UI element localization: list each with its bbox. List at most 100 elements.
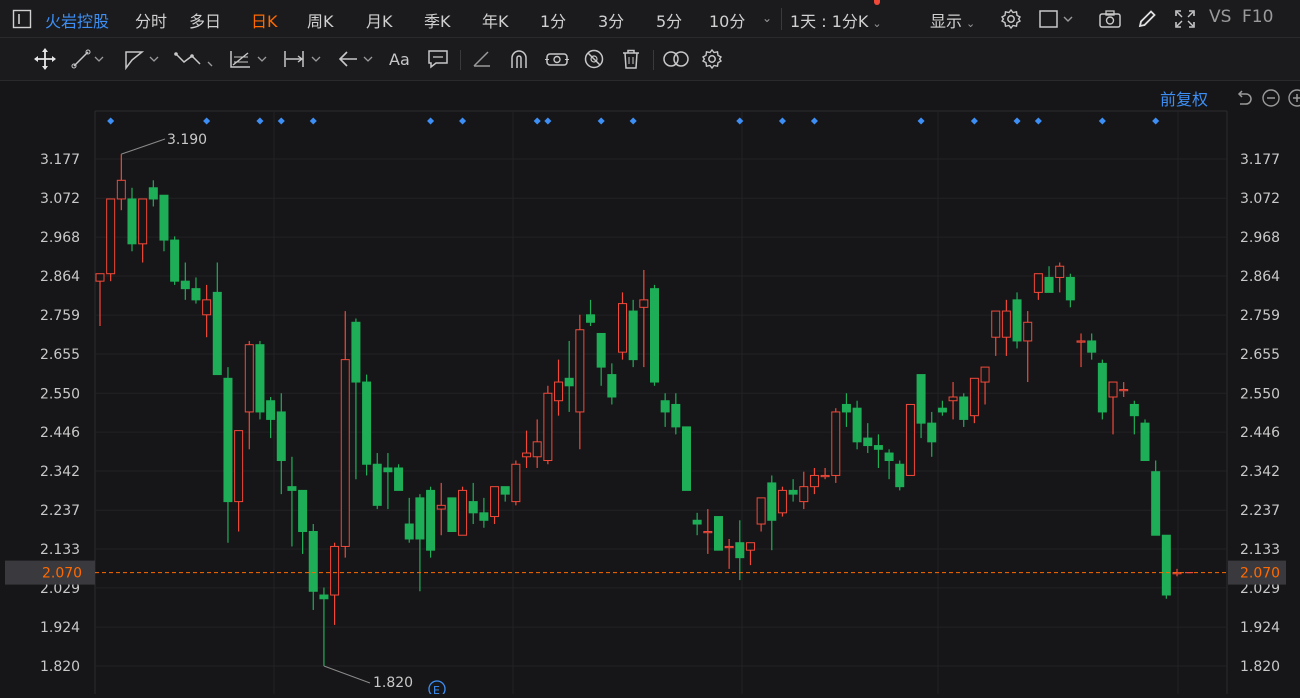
candle-body [799,486,809,503]
polyline-tool-icon[interactable] [174,48,220,70]
undo-icon[interactable] [1234,88,1254,108]
tab-intraday[interactable]: 分时 [135,8,167,32]
candle [1012,292,1022,349]
zoom-out-icon[interactable] [1261,88,1281,108]
more-tabs-caret[interactable]: ⌄ [762,11,772,25]
candle [703,509,713,554]
candle-body [884,452,894,462]
y-tick-label-right: 2.655 [1240,347,1280,363]
tab-quarterly-k[interactable]: 季K [424,8,451,32]
hide-icon[interactable] [582,48,606,70]
candle [1140,419,1150,462]
candle [649,284,659,386]
candle-body [479,512,489,521]
y-tick-label-left: 2.342 [40,464,80,480]
settings-icon[interactable] [1000,8,1022,30]
candle [1065,273,1075,308]
tab-5min[interactable]: 5分 [656,8,682,32]
price-adjust-label[interactable]: 前复权 [1160,86,1208,110]
candle [916,374,926,439]
candle [980,366,990,405]
candle-body [713,516,723,551]
measure-tool-icon[interactable] [282,48,326,70]
candle [969,377,979,424]
candle-body [1129,403,1139,417]
candle [713,516,723,551]
zoom-in-icon[interactable] [1287,88,1300,108]
candle-body [394,467,404,491]
camera-icon[interactable] [1098,8,1122,30]
ruler-tool-icon[interactable] [470,48,494,70]
candle-body [202,299,212,316]
candle-body [1055,265,1065,278]
tab-monthly-k[interactable]: 月K [366,8,393,32]
y-tick-label-right: 2.133 [1240,542,1280,558]
candle [308,524,318,610]
fullscreen-icon[interactable] [1173,8,1197,30]
candle [564,340,574,412]
sidebar-toggle-icon[interactable] [12,9,32,29]
candle-body [95,273,105,282]
compare-icon[interactable] [662,48,690,70]
line-tool-icon[interactable] [70,48,110,70]
candlestick-chart[interactable]: 3.177 3.072 2.968 2.864 2.759 2.655 2.550 2.446… [0,81,1300,698]
divider [460,50,461,70]
lock-icon[interactable] [544,48,570,70]
tab-yearly-k[interactable]: 年K [482,8,509,32]
tab-weekly-k[interactable]: 周K [307,8,334,32]
candle [799,471,809,510]
candle [863,423,873,454]
candle-body [351,321,361,383]
tab-3min[interactable]: 3分 [598,8,624,32]
candle [202,284,212,338]
candle-body [1108,381,1118,398]
tab-daily-k[interactable]: 日K [251,8,278,32]
layout-select[interactable] [1038,8,1078,30]
candle [127,187,137,252]
candle [191,277,201,304]
tab-multiday[interactable]: 多日 [189,8,221,32]
candle-body [1097,362,1107,413]
comment-tool-icon[interactable] [426,48,450,70]
candle [479,497,489,528]
display-dropdown[interactable]: 显示 ⌄ [930,8,975,32]
candle [788,479,798,502]
interval-select[interactable]: 1天 : 1分K ⌄ [790,8,882,32]
chart-area[interactable]: 3.177 3.072 2.968 2.864 2.759 2.655 2.550 2.446… [0,81,1300,698]
candle [1001,299,1011,356]
y-tick-label-left: 2.968 [40,230,80,246]
y-tick-label-left: 2.864 [40,269,80,285]
event-marker [1034,117,1042,125]
candle [532,419,542,468]
cursor-icon[interactable] [33,48,57,70]
candle [212,262,222,376]
candle-body [276,411,286,462]
tab-10min[interactable]: 10分 [709,8,745,32]
ray-tool-icon[interactable] [122,48,166,71]
candle [639,269,649,368]
candle [255,340,265,420]
candle-body [927,422,937,443]
trash-icon[interactable] [620,48,642,70]
divider [653,50,654,70]
text-tool-icon[interactable]: Aa [388,48,414,70]
f10-button[interactable]: F10 [1242,7,1273,27]
candle-body [916,374,926,424]
candle-body [777,489,787,514]
chevron-down-icon: ⌄ [966,17,976,30]
candle [1129,400,1139,435]
fib-tool-icon[interactable] [228,48,274,70]
event-marker [1152,117,1160,125]
pencil-icon[interactable] [1136,8,1158,30]
arrow-tool-icon[interactable] [336,48,380,70]
magnet-icon[interactable] [507,48,531,70]
candle [724,538,734,569]
candle [522,430,532,468]
candle-body [959,396,969,420]
tab-1min[interactable]: 1分 [540,8,566,32]
vs-compare-button[interactable]: VS [1209,7,1231,27]
candle-body [436,504,446,510]
settings-icon[interactable] [701,48,723,70]
candle [148,180,158,207]
candle [554,359,564,416]
